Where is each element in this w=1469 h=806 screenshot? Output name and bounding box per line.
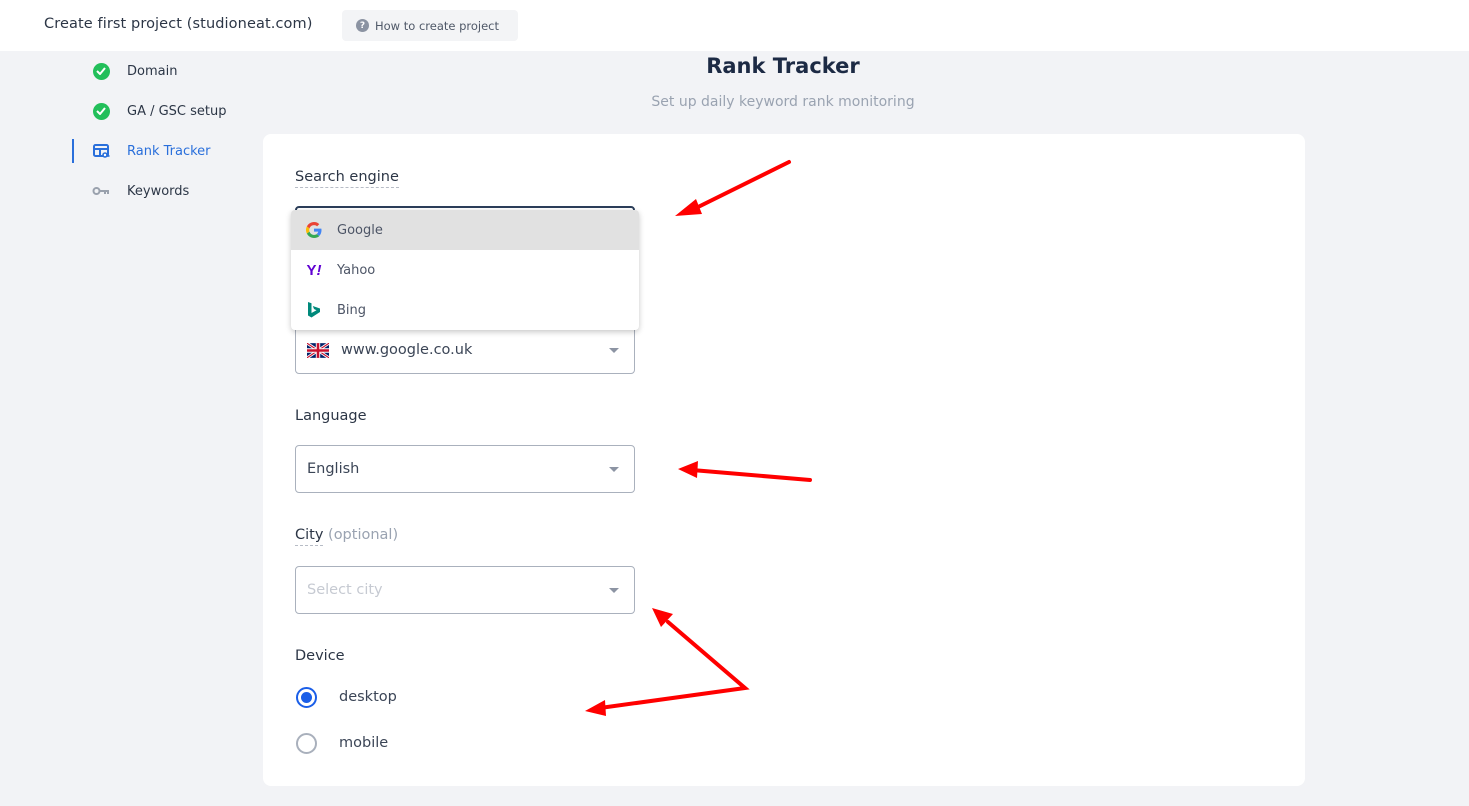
how-to-create-project-button[interactable]: ? How to create project bbox=[342, 10, 518, 41]
page-title: Rank Tracker bbox=[706, 54, 860, 78]
search-engine-dropdown: Google Y! Yahoo Bing bbox=[291, 210, 639, 330]
language-label: Language bbox=[295, 408, 367, 424]
radio-label: mobile bbox=[339, 735, 389, 751]
project-title: Create first project (studioneat.com) bbox=[44, 16, 313, 32]
chevron-down-icon bbox=[609, 348, 619, 353]
city-placeholder: Select city bbox=[307, 582, 383, 598]
sidebar-item-label: Keywords bbox=[127, 183, 190, 199]
chevron-down-icon bbox=[609, 467, 619, 472]
device-label: Device bbox=[295, 648, 345, 664]
sidebar-item-keywords[interactable]: Keywords bbox=[72, 179, 252, 203]
location-select[interactable]: www.google.co.uk bbox=[295, 326, 635, 374]
device-radio-desktop[interactable]: desktop bbox=[296, 685, 397, 709]
language-value: English bbox=[307, 461, 360, 477]
city-select[interactable]: Select city bbox=[295, 566, 635, 614]
search-engine-option-google[interactable]: Google bbox=[291, 210, 639, 250]
search-engine-option-yahoo[interactable]: Y! Yahoo bbox=[291, 250, 639, 290]
sidebar-item-rank-tracker[interactable]: Rank Tracker bbox=[72, 139, 252, 163]
location-value: www.google.co.uk bbox=[341, 342, 473, 358]
radio-label: desktop bbox=[339, 689, 397, 705]
chevron-down-icon bbox=[609, 588, 619, 593]
search-engine-label: Search engine bbox=[295, 169, 399, 188]
radio-button-checked[interactable] bbox=[296, 686, 317, 708]
google-icon bbox=[305, 221, 323, 239]
option-label: Google bbox=[337, 222, 383, 238]
key-icon bbox=[92, 182, 110, 200]
uk-flag-icon bbox=[307, 342, 329, 358]
top-bar: Create first project (studioneat.com) ? … bbox=[0, 0, 1469, 51]
city-label: City (optional) bbox=[295, 527, 399, 546]
option-label: Yahoo bbox=[337, 262, 376, 278]
optional-note: (optional) bbox=[328, 527, 399, 543]
page-subtitle: Set up daily keyword rank monitoring bbox=[651, 94, 915, 110]
option-label: Bing bbox=[337, 302, 367, 318]
device-radio-mobile[interactable]: mobile bbox=[296, 731, 388, 755]
rank-tracker-icon bbox=[92, 142, 110, 160]
sidebar-item-label: Rank Tracker bbox=[127, 143, 211, 159]
language-select[interactable]: English bbox=[295, 445, 635, 493]
bing-icon bbox=[305, 301, 323, 319]
radio-button-unchecked[interactable] bbox=[296, 732, 317, 754]
search-engine-option-bing[interactable]: Bing bbox=[291, 290, 639, 330]
help-button-label: How to create project bbox=[375, 18, 500, 33]
yahoo-icon: Y! bbox=[306, 261, 322, 279]
question-circle-icon: ? bbox=[356, 19, 369, 32]
